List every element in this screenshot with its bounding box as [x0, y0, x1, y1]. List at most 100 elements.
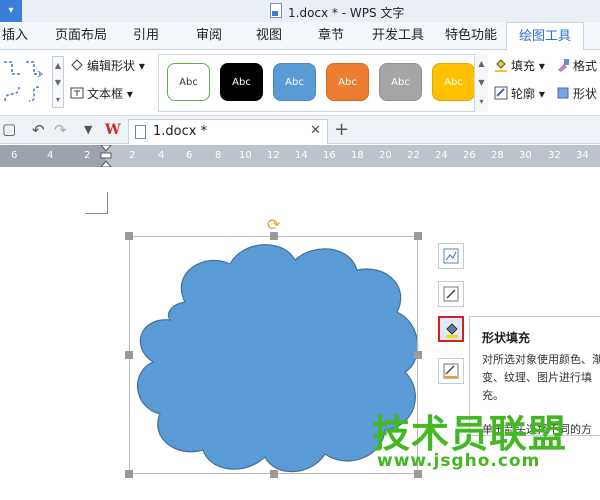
ribbon-panel: ▲ ▼ ▾ 编辑形状 ▾ 文本框 ▾ Abc Abc Abc Abc Abc A… [0, 50, 600, 116]
style-sample-5[interactable]: Abc [379, 63, 422, 101]
tooltip-title: 形状填充 [482, 331, 531, 345]
app-menu-icon[interactable]: ▾ [0, 0, 22, 22]
layout-options-icon [443, 248, 459, 264]
tab-view[interactable]: 视图 [256, 22, 282, 50]
undo-icon[interactable]: ↶ [32, 121, 45, 139]
outline-button[interactable]: 轮廓 ▾ [494, 84, 545, 104]
resize-handle-right[interactable] [414, 351, 422, 359]
quick-access-bar: ▢ ↶ ↷ ▼ W 1.docx * ✕ + [0, 116, 600, 144]
style-sample-3[interactable]: Abc [273, 63, 316, 101]
watermark-text: 技术员联盟 [372, 412, 568, 456]
document-icon [135, 125, 146, 139]
document-icon [270, 3, 282, 18]
ruler-tick-label: 6 [186, 150, 193, 161]
format-painter-button[interactable]: 格式 [556, 56, 597, 76]
style-sample-4[interactable]: Abc [326, 63, 369, 101]
style-gallery-scroll[interactable]: ▲ ▼ ▾ [474, 54, 488, 112]
wps-logo-icon[interactable]: W [105, 122, 121, 138]
close-tab-icon[interactable]: ✕ [310, 123, 321, 138]
ruler-tick-label: 16 [323, 150, 336, 161]
indent-marker-icon[interactable] [100, 145, 112, 167]
textbox-button[interactable]: 文本框 ▾ [70, 84, 133, 104]
ruler-tick-label: 4 [47, 150, 54, 161]
format-brush-icon [558, 59, 569, 72]
tab-insert[interactable]: 插入 [2, 22, 28, 50]
tab-special-features[interactable]: 特色功能 [445, 22, 497, 50]
ruler-tick-label: 10 [239, 150, 252, 161]
new-tab-icon[interactable]: + [334, 119, 349, 140]
document-canvas[interactable]: ⟳ 形状填充 对所选对象使用颜色、渐变、纹理、图片进行填充。 单击箭头选择不同的… [0, 167, 600, 500]
shape-effects-button[interactable]: 形状 [556, 84, 597, 104]
ruler-tick-label: 2 [84, 150, 91, 161]
document-tab[interactable]: 1.docx * ✕ [128, 119, 328, 144]
customize-dropdown-icon[interactable]: ▼ [84, 123, 92, 136]
horizontal-ruler[interactable]: 6 4 2 2 4 6 8 10 12 14 16 18 20 22 24 26… [0, 145, 600, 167]
ruler-tick-label: 28 [491, 150, 504, 161]
edit-shape-icon [71, 59, 83, 71]
outline-pen-icon [494, 86, 508, 100]
resize-handle-bottom-right[interactable] [414, 470, 422, 478]
edit-points-button[interactable] [438, 281, 464, 307]
outline-pen-icon [443, 363, 459, 379]
shape-outline-button[interactable] [438, 358, 464, 384]
fill-button[interactable]: 填充 ▾ [494, 56, 545, 76]
expand-icon[interactable]: ▾ [53, 91, 63, 108]
resize-handle-bottom[interactable] [270, 470, 278, 478]
style-sample-6[interactable]: Abc [432, 63, 475, 101]
ruler-tick-label: 12 [267, 150, 280, 161]
s-curve-connector-icon[interactable] [24, 84, 44, 104]
shape-style-gallery: Abc Abc Abc Abc Abc Abc [158, 54, 488, 112]
shape-fill-button[interactable] [438, 316, 464, 342]
resize-handle-top[interactable] [270, 232, 278, 240]
paint-bucket-icon [446, 323, 458, 338]
redo-icon[interactable]: ↷ [54, 121, 67, 139]
layout-options-button[interactable] [438, 243, 464, 269]
scroll-up-icon[interactable]: ▲ [53, 57, 63, 74]
resize-handle-top-left[interactable] [125, 232, 133, 240]
connector-gallery-scroll[interactable]: ▲ ▼ ▾ [52, 56, 64, 108]
ruler-tick-label: 8 [215, 150, 222, 161]
resize-handle-bottom-left[interactable] [125, 470, 133, 478]
document-tab-label: 1.docx * [153, 124, 208, 139]
scroll-up-icon[interactable]: ▲ [475, 54, 488, 73]
ribbon-tabs: 插入 页面布局 引用 审阅 视图 章节 开发工具 特色功能 绘图工具 [0, 22, 600, 51]
scroll-down-icon[interactable]: ▼ [475, 73, 488, 92]
tab-references[interactable]: 引用 [133, 22, 159, 50]
watermark-url: www.jsgho.com [377, 451, 541, 471]
curved-connector-icon[interactable] [2, 84, 22, 104]
ruler-tick-label: 32 [548, 150, 561, 161]
ruler-tick-label: 24 [435, 150, 448, 161]
edit-shape-button[interactable]: 编辑形状 ▾ [70, 56, 145, 76]
resize-handle-top-right[interactable] [414, 232, 422, 240]
style-sample-1[interactable]: Abc [167, 63, 210, 101]
ruler-tick-label: 4 [158, 150, 165, 161]
tab-section[interactable]: 章节 [318, 22, 344, 50]
ruler-tick-label: 34 [576, 150, 589, 161]
print-preview-icon[interactable]: ▢ [2, 120, 16, 138]
elbow-connector-icon[interactable] [2, 58, 22, 78]
ruler-tick-label: 20 [379, 150, 392, 161]
tab-review[interactable]: 审阅 [196, 22, 222, 50]
ruler-tick-label: 22 [407, 150, 420, 161]
ruler-tick-label: 30 [519, 150, 532, 161]
shape-effects-icon [557, 87, 569, 99]
resize-handle-left[interactable] [125, 351, 133, 359]
tab-drawing-tools[interactable]: 绘图工具 [506, 22, 585, 51]
margin-corner-mark [85, 192, 108, 214]
style-sample-2[interactable]: Abc [220, 63, 263, 101]
paint-bucket-icon [495, 59, 507, 72]
scroll-down-icon[interactable]: ▼ [53, 74, 63, 91]
connector-shapes [0, 54, 50, 110]
ruler-tick-label: 2 [129, 150, 136, 161]
elbow-arrow-connector-icon[interactable] [24, 58, 44, 78]
tooltip-description: 对所选对象使用颜色、渐变、纹理、图片进行填充。 [482, 353, 600, 402]
window-title: 1.docx * - WPS 文字 [288, 6, 405, 20]
edit-shape-icon [443, 286, 459, 302]
ruler-tick-label: 18 [351, 150, 364, 161]
ruler-tick-label: 14 [295, 150, 308, 161]
expand-icon[interactable]: ▾ [475, 92, 488, 111]
tab-page-layout[interactable]: 页面布局 [55, 22, 107, 50]
ruler-tick-label: 6 [11, 150, 18, 161]
ruler-tick-label: 26 [463, 150, 476, 161]
tab-developer[interactable]: 开发工具 [372, 22, 424, 50]
